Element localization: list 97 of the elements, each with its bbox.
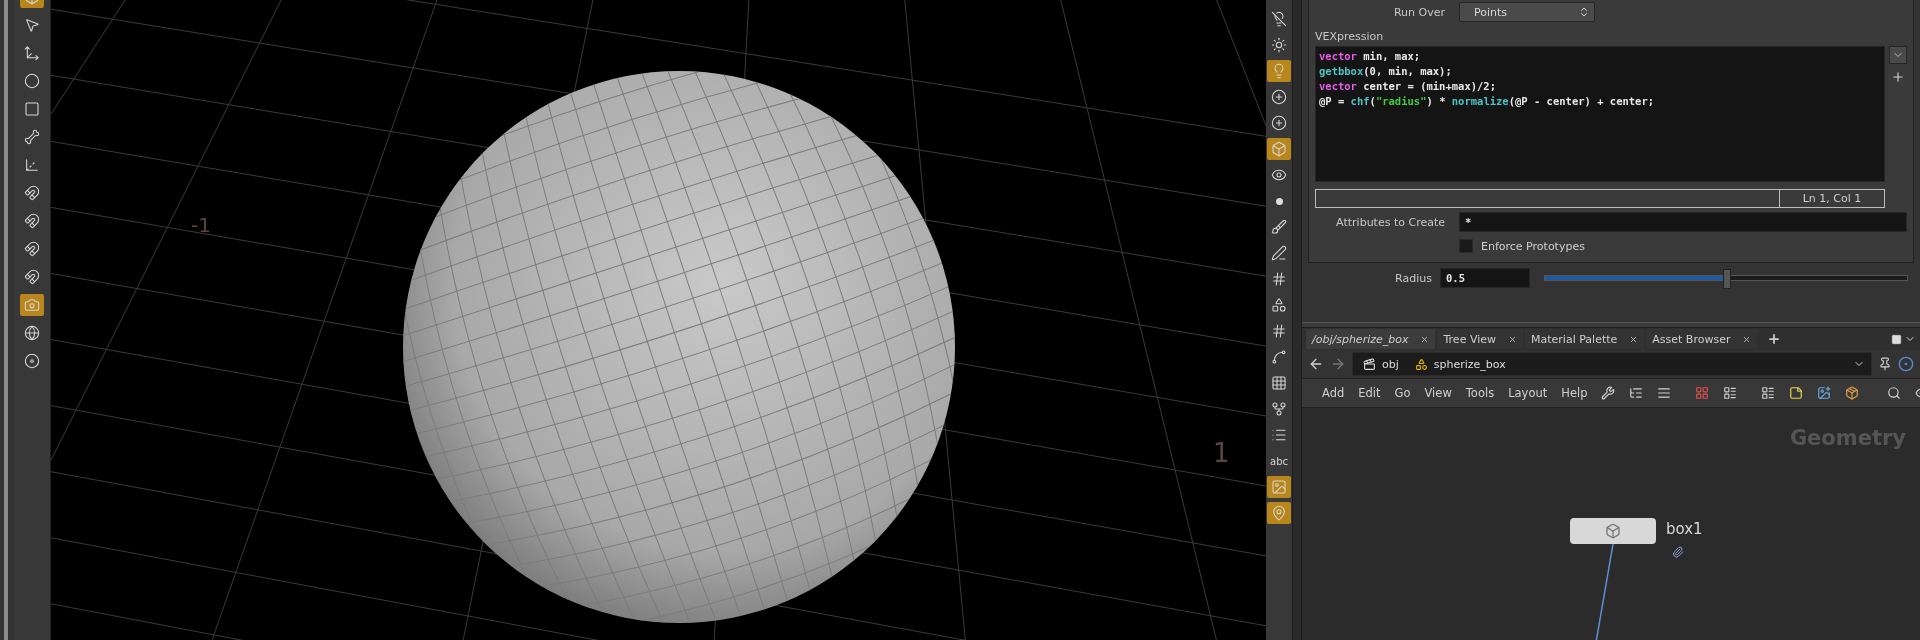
clapperboard-icon (1363, 357, 1376, 371)
fork-icon (1271, 401, 1287, 417)
pane-tab[interactable]: Asset Browser (1646, 329, 1758, 349)
paperclip-icon (1672, 546, 1684, 558)
wrench-icon[interactable] (1601, 386, 1616, 400)
menu-item[interactable]: Layout (1508, 386, 1548, 400)
eye-icon (1271, 167, 1287, 183)
axis-label: -1 (191, 213, 211, 237)
image-tool[interactable] (1267, 476, 1291, 498)
close-icon[interactable] (1742, 334, 1752, 344)
map-pin-icon (1271, 505, 1287, 521)
run-over-dropdown[interactable]: Points (1459, 2, 1595, 22)
package-icon[interactable] (1845, 386, 1860, 400)
hash-icon (1271, 323, 1287, 339)
scrollbar[interactable] (4, 0, 8, 640)
lightbulb-icon (1271, 63, 1287, 79)
shapes-icon (1414, 357, 1428, 371)
checkbox-label: Enforce Prototypes (1481, 239, 1585, 253)
lightbulb-off-icon (1271, 11, 1287, 27)
map-pin-tool[interactable] (1267, 502, 1291, 524)
brush-icon (1271, 219, 1287, 235)
image-plus-icon[interactable] (1817, 386, 1832, 400)
menu-item[interactable]: Tools (1465, 386, 1495, 400)
camera-tool[interactable] (20, 294, 44, 316)
square-icon (24, 101, 40, 117)
move-icon (24, 45, 40, 61)
code-line: @P = chf("radius") * normalize(@P - center) + center; (1319, 94, 1656, 109)
sphere-icon (24, 73, 40, 89)
back-icon[interactable] (1308, 356, 1324, 372)
cube-icon (1271, 141, 1287, 157)
close-icon[interactable] (1629, 334, 1639, 344)
path-crumb[interactable]: obj (1359, 357, 1403, 371)
search-icon[interactable] (1887, 386, 1902, 400)
cube-icon (1605, 523, 1621, 539)
forward-icon[interactable] (1330, 356, 1346, 372)
shapes-icon (1271, 297, 1287, 313)
maximize-icon[interactable] (1891, 333, 1902, 345)
dot-icon (1275, 197, 1283, 205)
grid-icon (1271, 375, 1287, 391)
magnet-icon (24, 185, 40, 201)
field-label: Radius (1394, 271, 1432, 285)
image-icon (1271, 479, 1287, 495)
pin-icon[interactable] (1878, 357, 1892, 371)
pane-tab[interactable]: Tree View (1437, 329, 1523, 349)
sticky-note-icon[interactable] (1789, 386, 1804, 400)
menu-item[interactable]: Help (1561, 386, 1588, 400)
sun-icon (1271, 37, 1287, 53)
slider-thumb[interactable] (1723, 269, 1731, 289)
color-grid-icon[interactable] (1695, 386, 1710, 400)
radius-slider[interactable] (1544, 268, 1908, 288)
box-node[interactable] (1570, 518, 1656, 544)
globe-icon (24, 325, 40, 341)
field-label: VEXpression (1315, 30, 1385, 43)
magnet-icon (24, 269, 40, 285)
menu-item[interactable]: View (1424, 386, 1452, 400)
pane-tab[interactable]: /obj/spherize_box (1306, 329, 1436, 349)
radius-field[interactable]: 0.5 (1440, 268, 1530, 288)
text-tool[interactable]: abc (1267, 450, 1291, 472)
code-line: vector center = (min+max)/2; (1319, 79, 1497, 94)
axis-label: 1 (1213, 438, 1230, 468)
add-tab-icon[interactable] (1767, 332, 1782, 346)
field-label: Run Over (1392, 5, 1445, 19)
menu-item[interactable]: Go (1394, 386, 1411, 400)
pane-tab[interactable]: Material Palette (1525, 329, 1645, 349)
pen-icon (1271, 245, 1287, 261)
node-name: box1 (1666, 520, 1703, 538)
code-line: vector min, max; (1319, 49, 1422, 64)
axis-icon (24, 157, 40, 173)
rows-icon[interactable] (1657, 386, 1672, 400)
path-field[interactable]: obj spherize_box (1352, 352, 1872, 376)
menu-item[interactable]: Edit (1358, 386, 1381, 400)
checkbox[interactable] (1459, 239, 1473, 253)
close-icon[interactable] (1420, 334, 1430, 344)
close-icon[interactable] (1508, 334, 1517, 344)
magnet-icon (24, 213, 40, 229)
list-icon (1271, 427, 1287, 443)
hash-icon (1271, 271, 1287, 287)
up-down-icon (1578, 6, 1590, 18)
path-crumb[interactable]: spherize_box (1410, 357, 1510, 371)
attributes-field[interactable]: * (1459, 212, 1907, 232)
curve-icon (1271, 349, 1287, 365)
target-icon[interactable] (1898, 356, 1914, 372)
plus-circle-icon (1271, 115, 1287, 131)
camera-icon (24, 297, 40, 313)
pointer-icon (24, 17, 40, 33)
disc-icon (24, 353, 40, 369)
list-icon[interactable] (1723, 386, 1738, 400)
code-line: getbbox(0, min, max); (1319, 64, 1453, 79)
dropdown-button[interactable] (1889, 46, 1907, 64)
field-label: Attributes to Create (1335, 215, 1445, 229)
menu-item[interactable]: Add (1322, 386, 1345, 400)
code-editor[interactable]: vector min, max; getbbox(0, min, max); vector center = (min+max)/2; @P = chf("radius") * normalize(@P - center) + center; (1315, 46, 1885, 182)
cursor-position: Ln 1, Col 1 (1779, 190, 1884, 207)
bone-icon (24, 129, 40, 145)
plus-circle-icon (1271, 89, 1287, 105)
magnet-icon (24, 241, 40, 257)
tree-icon[interactable] (1629, 386, 1644, 400)
